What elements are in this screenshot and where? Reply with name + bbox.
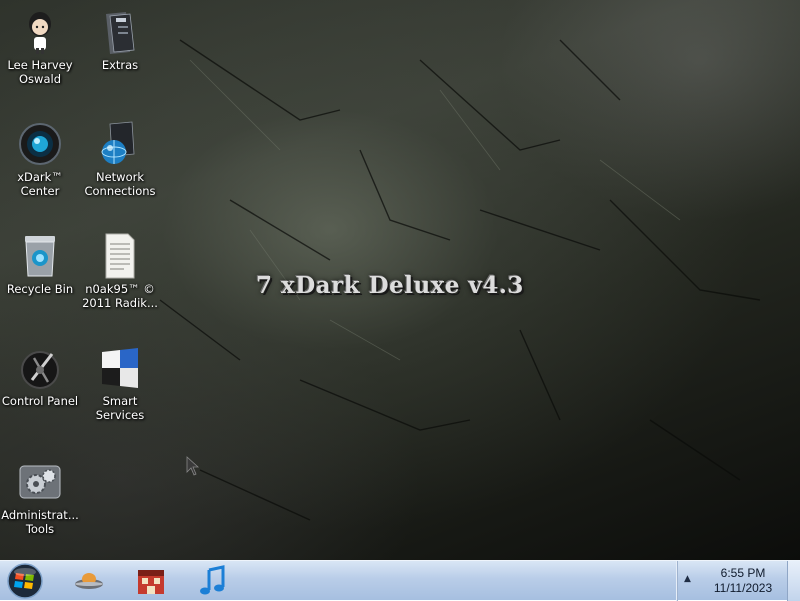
wallpaper-watermark-title: 7 xDark Deluxe v4.3 [256, 272, 524, 299]
show-hidden-icons-arrow-icon[interactable]: ▲ [684, 574, 691, 584]
show-desktop-button[interactable] [787, 561, 800, 601]
network-globe-icon [101, 121, 135, 164]
system-tray: ▲ 6:55 PM 11/11/2023 [677, 561, 786, 601]
desktop-icon-label: Recycle Bin [6, 282, 74, 296]
desktop-icon-label: Lee Harvey Oswald [7, 58, 73, 86]
desktop[interactable]: Lee Harvey Oswald Extras xDark™ Center N… [0, 0, 800, 560]
desktop-icon-smart-services[interactable]: Smart Services [80, 344, 160, 422]
desktop-icon-label: Network Connections [84, 170, 156, 198]
desktop-icon-administrative-tools[interactable]: Administrat... Tools [0, 458, 80, 536]
desktop-icon-extras[interactable]: Extras [80, 8, 160, 72]
control-panel-icon [21, 351, 59, 389]
user-figure-icon [29, 12, 51, 54]
ufo-icon[interactable] [72, 564, 106, 598]
desktop-icon-network-connections[interactable]: Network Connections [80, 120, 160, 198]
camera-lens-icon [19, 123, 61, 165]
desktop-icon-label: Control Panel [1, 394, 79, 408]
recycle-bin-icon [25, 236, 55, 277]
desktop-icon-label: Extras [101, 58, 139, 72]
desktop-icon-label: xDark™ Center [17, 170, 63, 198]
clock-time: 6:55 PM [720, 566, 766, 580]
desktop-icon-label: n0ak95™ © 2011 Radik... [82, 282, 158, 310]
clock-date: 11/11/2023 [713, 581, 773, 595]
document-icon [105, 233, 135, 279]
desktop-icon-label: Smart Services [95, 394, 145, 422]
clock[interactable]: 6:55 PM 11/11/2023 [698, 566, 788, 596]
gears-icon [19, 465, 61, 499]
desktop-icon-recycle-bin[interactable]: Recycle Bin [0, 232, 80, 296]
music-note-icon[interactable] [196, 564, 230, 598]
desktop-icon-label: Administrat... Tools [1, 508, 79, 536]
desktop-icon-xdark-center[interactable]: xDark™ Center [0, 120, 80, 198]
folder-icon [106, 12, 135, 54]
start-orb-icon[interactable] [4, 562, 46, 600]
desktop-icon-lee-harvey-oswald[interactable]: Lee Harvey Oswald [0, 8, 80, 86]
desktop-icon-control-panel[interactable]: Control Panel [0, 344, 80, 408]
desktop-icon-n0ak95-document[interactable]: n0ak95™ © 2011 Radik... [80, 232, 160, 310]
mouse-cursor-icon [186, 456, 200, 476]
store-icon[interactable] [134, 564, 168, 598]
smart-services-icon [102, 348, 138, 388]
taskbar: ▲ 6:55 PM 11/11/2023 [0, 560, 800, 601]
